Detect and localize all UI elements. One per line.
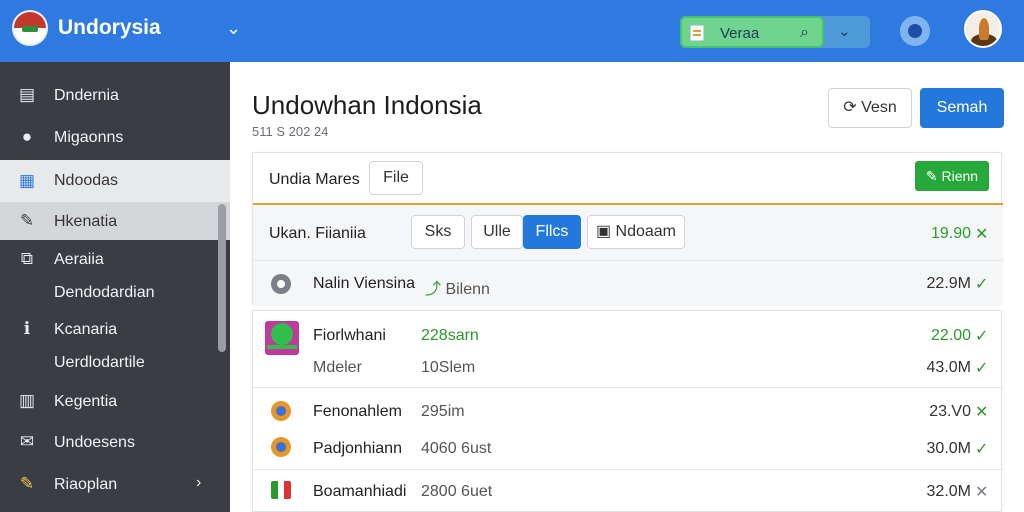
sidebar-item-label: Riaoplan <box>54 476 118 493</box>
sidebar-item-label: Kcanaria <box>54 321 118 338</box>
app-name[interactable]: Undorysia <box>58 16 161 40</box>
chevron-down-icon[interactable]: ⌄ <box>838 22 851 40</box>
summary-label: Nalin Viensina <box>313 275 415 292</box>
file-button[interactable]: File <box>369 161 423 195</box>
page-title: Undowhan Indonsia <box>252 90 482 120</box>
avatar[interactable] <box>964 10 1002 48</box>
divider <box>253 387 1003 388</box>
close-icon[interactable]: ✕ <box>975 482 988 502</box>
status-icon <box>271 274 291 294</box>
flag-icon <box>271 481 291 499</box>
search-icon[interactable]: ⌕ <box>800 24 809 42</box>
sidebar-item-label: Kegentia <box>54 393 118 410</box>
toolbar-label: Undia Mares <box>269 171 360 188</box>
list-item-name[interactable]: Padjonhiann <box>313 440 402 458</box>
divider <box>253 469 1003 470</box>
list-item-detail: 2800 6uet <box>421 483 493 500</box>
search-value: Veraa <box>720 25 760 42</box>
list-item-value: 22.00 <box>930 327 971 344</box>
check-icon[interactable]: ✓ <box>975 274 988 294</box>
brand-logo-icon[interactable] <box>12 10 48 46</box>
list-item-value: 23.V0 <box>929 403 971 420</box>
list-item-name[interactable]: Boamanhiadi <box>313 483 406 501</box>
top-bar: Undorysia ⌄ Veraa ⌕ ⌄ <box>0 0 1024 62</box>
chevron-right-icon: › <box>196 474 202 491</box>
view-button[interactable]: ⟳ Vesn <box>828 88 912 128</box>
sidebar-subitem-dendodardian[interactable]: Dendodardian <box>54 284 155 302</box>
calendar-icon: ▦ <box>18 171 36 190</box>
filter-value: 19.90 <box>930 225 971 242</box>
sidebar-item-aeraiia[interactable]: ⧉ Aeraiia <box>0 240 230 278</box>
sidebar-item-kcanaria[interactable]: ℹ Kcanaria <box>0 310 230 348</box>
puzzle-icon: ⧉ <box>20 249 34 268</box>
sidebar-item-label: Dndernia <box>54 87 119 104</box>
edit-button-label: Rienn <box>941 168 979 184</box>
sidebar-item-dndernia[interactable]: ▤ Dndernia <box>0 76 230 114</box>
info-icon: ℹ <box>23 319 31 338</box>
list-item-name[interactable]: Fenonahlem <box>313 403 402 421</box>
tag-icon: ✎ <box>19 474 35 493</box>
search-input[interactable]: Veraa ⌕ <box>680 16 824 48</box>
chip-ndoaam[interactable]: ▣ Ndoaam <box>587 215 685 249</box>
sidebar-item-label: Ndoodas <box>54 172 119 189</box>
sidebar-subitem-uerdlodartile[interactable]: Uerdlodartile <box>54 354 145 372</box>
trend-icon: ⤴ <box>425 281 446 298</box>
chip-label: Ndoaam <box>615 223 677 240</box>
sidebar-item-riaoplan[interactable]: ✎ Riaoplan › <box>0 465 230 503</box>
list-item-detail: 4060 6ust <box>421 440 492 457</box>
gear-icon[interactable] <box>900 16 930 46</box>
filter-card: Undia Mares File ✎ Rienn Ukan. Fiianiia … <box>252 152 1003 304</box>
sidebar-scrollbar[interactable] <box>218 204 226 352</box>
sidebar-item-ndoodas[interactable]: ▦ Ndoodas <box>0 160 230 202</box>
list-item-detail: 295im <box>421 403 465 420</box>
user-icon: ● <box>21 127 33 146</box>
app-icon <box>265 321 299 355</box>
list-item-name[interactable]: Mdeler <box>313 359 362 377</box>
list-item-value: 43.0M <box>926 359 971 376</box>
check-icon[interactable]: ✓ <box>975 439 988 459</box>
pencil-icon: ✎ <box>925 168 942 184</box>
sidebar-item-label: Undoesens <box>54 434 135 451</box>
document-icon <box>690 25 704 41</box>
note-icon: ▣ <box>595 223 616 240</box>
sidebar-item-undoesens[interactable]: ✉ Undoesens <box>0 423 230 461</box>
browser-icon <box>271 401 291 421</box>
main-content: Undowhan Indonsia 511 S 202 24 ⟳ Vesn Se… <box>230 62 1024 512</box>
search-button[interactable]: Semah <box>920 88 1004 128</box>
chip-sks[interactable]: Sks <box>411 215 465 249</box>
close-icon[interactable]: ✕ <box>975 224 988 244</box>
check-icon[interactable]: ✓ <box>975 358 988 378</box>
sidebar: ▤ Dndernia ● Migaonns ▦ Ndoodas ✎ Hkenat… <box>0 62 230 512</box>
filter-label: Ukan. Fiianiia <box>269 225 366 242</box>
document-icon: ▥ <box>18 391 36 410</box>
chip-ulle[interactable]: Ulle <box>471 215 523 249</box>
sidebar-item-label: Aeraiia <box>54 251 104 268</box>
window-icon: ▤ <box>18 85 36 104</box>
view-button-label: Vesn <box>861 99 897 116</box>
pin-icon: ✎ <box>19 211 35 230</box>
sidebar-item-label: Migaonns <box>54 129 124 146</box>
close-icon[interactable]: ✕ <box>975 402 988 422</box>
sidebar-item-migaonns[interactable]: ● Migaonns <box>0 118 230 156</box>
chip-fllcs[interactable]: Fllcs <box>523 215 581 249</box>
sidebar-item-label: Hkenatia <box>54 213 118 230</box>
summary-value: 22.9M <box>926 275 971 292</box>
sidebar-item-kegentia[interactable]: ▥ Kegentia <box>0 382 230 420</box>
sidebar-item-hkenatia[interactable]: ✎ Hkenatia <box>0 202 230 240</box>
results-list: Fiorlwhani 228sarn 22.00 ✓ Mdeler 10Slem… <box>252 310 1003 512</box>
summary-tag: ⤴ Bilenn <box>425 281 490 298</box>
check-icon[interactable]: ✓ <box>975 326 988 346</box>
list-item-value: 30.0M <box>926 440 971 457</box>
list-item-detail: 10Slem <box>421 359 476 376</box>
chevron-down-icon[interactable]: ⌄ <box>226 18 241 39</box>
edit-button[interactable]: ✎ Rienn <box>915 161 989 191</box>
list-item-value: 32.0M <box>926 483 971 500</box>
list-item-name[interactable]: Fiorlwhani <box>313 327 386 345</box>
mail-icon: ✉ <box>19 432 35 451</box>
list-item-detail: 228sarn <box>421 327 479 344</box>
page-subtitle: 511 S 202 24 <box>252 124 329 139</box>
browser-icon <box>271 437 291 457</box>
search-bar: Veraa ⌕ ⌄ <box>680 16 870 48</box>
refresh-icon: ⟳ <box>843 99 862 116</box>
